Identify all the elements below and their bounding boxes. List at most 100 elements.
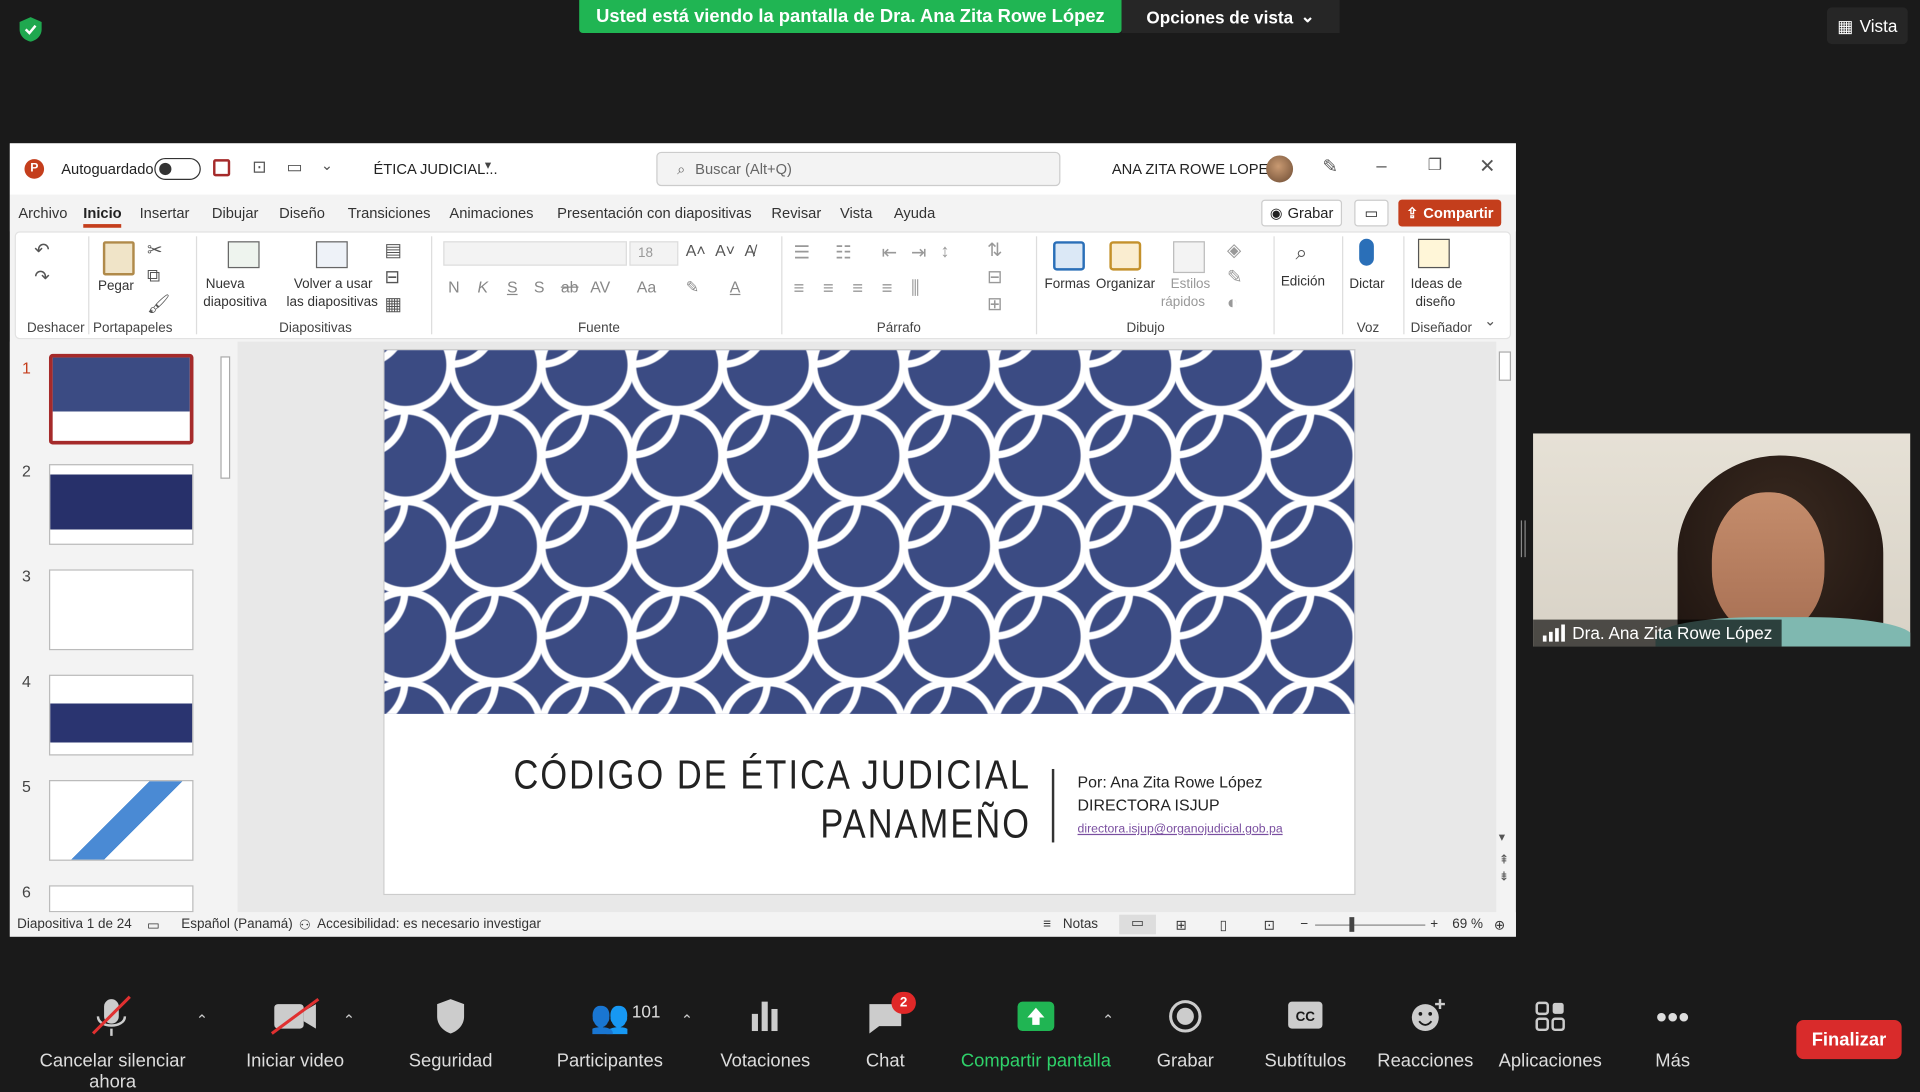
- menu-animaciones[interactable]: Animaciones: [449, 204, 533, 221]
- editing-label[interactable]: Edición: [1281, 273, 1325, 291]
- reuse-label-2[interactable]: las diapositivas: [287, 294, 378, 312]
- restore-icon[interactable]: ❐: [1428, 156, 1442, 176]
- line-spacing-icon[interactable]: ↕: [940, 241, 949, 262]
- spacing-icon[interactable]: AV: [590, 278, 610, 296]
- columns-icon[interactable]: ⫼: [911, 278, 919, 299]
- shrink-font-icon[interactable]: A˅: [715, 241, 735, 259]
- menu-archivo[interactable]: Archivo: [18, 204, 67, 221]
- redo-icon[interactable]: ↷: [34, 266, 49, 288]
- record-button[interactable]: ◉ Grabar: [1261, 199, 1343, 227]
- text-direction-icon[interactable]: ⇅: [987, 239, 1002, 261]
- autosave-toggle[interactable]: [154, 157, 201, 181]
- pen-icon[interactable]: ✎: [1322, 156, 1337, 178]
- align-left-icon[interactable]: ≡: [793, 278, 804, 299]
- editor-scrollbar[interactable]: ▾ ⇞ ⇟: [1496, 341, 1514, 913]
- scrollbar-thumb[interactable]: [1498, 351, 1512, 381]
- minimize-icon[interactable]: –: [1376, 156, 1386, 177]
- user-avatar[interactable]: [1266, 155, 1294, 183]
- participants-caret[interactable]: ⌃: [681, 1011, 693, 1028]
- format-painter-icon[interactable]: 🖌: [147, 293, 170, 315]
- smartart-icon[interactable]: ⊞: [987, 293, 1002, 315]
- outline-icon[interactable]: ✎: [1227, 266, 1242, 288]
- prev-slide-icon[interactable]: ⇞: [1499, 853, 1509, 866]
- slide-thumbnail-6[interactable]: [48, 885, 194, 913]
- zoom-percent[interactable]: 69 %: [1452, 917, 1483, 932]
- slide-thumbnail-3[interactable]: [48, 569, 194, 651]
- present-icon[interactable]: ⊡: [252, 157, 266, 178]
- designer-label-2[interactable]: diseño: [1416, 294, 1456, 312]
- bullets-icon[interactable]: ☰: [793, 241, 809, 263]
- menu-presentacion[interactable]: Presentación con diapositivas: [557, 204, 751, 221]
- highlight-icon[interactable]: ✎: [686, 278, 699, 298]
- undo-icon[interactable]: ↶: [34, 239, 49, 261]
- quick-styles-label-1[interactable]: Estilos: [1171, 276, 1211, 294]
- share-options-caret[interactable]: ⌃: [1102, 1011, 1114, 1028]
- unmute-button[interactable]: Cancelar silenciar ahora: [15, 992, 211, 1092]
- accessibility-icon[interactable]: ⚇: [299, 917, 311, 933]
- fill-icon[interactable]: ◈: [1227, 239, 1241, 261]
- apps-button[interactable]: Aplicaciones: [1491, 992, 1609, 1071]
- notes-button[interactable]: Notas: [1063, 917, 1098, 932]
- security-shield-icon[interactable]: [17, 16, 44, 43]
- dictate-label[interactable]: Dictar: [1349, 276, 1384, 294]
- paste-icon[interactable]: [102, 241, 135, 276]
- numbering-icon[interactable]: ☷: [835, 241, 851, 263]
- new-doc-icon[interactable]: ▭: [287, 157, 303, 178]
- slide-author[interactable]: Por: Ana Zita Rowe López: [1078, 773, 1263, 791]
- shapes-label[interactable]: Formas: [1044, 276, 1090, 294]
- justify-icon[interactable]: ≡: [882, 278, 893, 299]
- record-zoom-button[interactable]: Grabar: [1149, 992, 1222, 1071]
- section-icon[interactable]: ▦: [384, 293, 401, 315]
- close-icon[interactable]: ✕: [1479, 154, 1495, 178]
- slide-thumbnail-4[interactable]: [48, 674, 194, 756]
- font-size-box[interactable]: 18: [629, 241, 679, 266]
- designer-label-1[interactable]: Ideas de: [1411, 276, 1463, 294]
- slide-role[interactable]: DIRECTORA ISJUP: [1078, 796, 1220, 814]
- more-button[interactable]: ••• Más: [1636, 992, 1709, 1071]
- arrange-icon[interactable]: [1109, 241, 1142, 271]
- search-box[interactable]: ⌕ Buscar (Alt+Q): [656, 151, 1061, 187]
- spellcheck-icon[interactable]: ▭: [147, 917, 160, 933]
- ribbon-collapse-icon[interactable]: ⌄: [1484, 312, 1496, 329]
- security-button[interactable]: Seguridad: [402, 992, 500, 1071]
- designer-icon[interactable]: [1417, 238, 1450, 269]
- share-screen-button[interactable]: Compartir pantalla: [955, 992, 1117, 1071]
- slideshow-view-icon[interactable]: ⊡: [1264, 917, 1275, 933]
- menu-transiciones[interactable]: Transiciones: [348, 204, 431, 221]
- normal-view-icon[interactable]: ▭: [1119, 914, 1156, 935]
- customize-qat-icon[interactable]: ⌄: [321, 157, 333, 174]
- menu-revisar[interactable]: Revisar: [771, 204, 821, 221]
- reactions-button[interactable]: Reacciones: [1374, 992, 1477, 1071]
- scroll-down-icon[interactable]: ▾: [1499, 831, 1505, 844]
- strikethrough-icon[interactable]: ab: [561, 278, 579, 296]
- new-slide-icon[interactable]: [227, 241, 260, 269]
- zoom-out-icon[interactable]: −: [1300, 917, 1308, 932]
- menu-insertar[interactable]: Insertar: [140, 204, 190, 221]
- panel-splitter[interactable]: [1520, 520, 1526, 558]
- audio-options-caret[interactable]: ⌃: [196, 1011, 208, 1028]
- comments-button[interactable]: ▭: [1354, 199, 1389, 227]
- current-slide[interactable]: CÓDIGO DE ÉTICA JUDICIAL PANAMEÑO Por: A…: [383, 348, 1356, 896]
- slide-thumbnail-2[interactable]: [48, 464, 194, 545]
- arrange-label[interactable]: Organizar: [1096, 276, 1155, 294]
- cut-icon[interactable]: ✂: [147, 239, 162, 261]
- accessibility-status[interactable]: Accesibilidad: es necesario investigar: [317, 917, 541, 932]
- language-status[interactable]: Español (Panamá): [181, 917, 293, 932]
- share-button[interactable]: ⇪ Compartir: [1398, 199, 1502, 227]
- reading-view-icon[interactable]: ▯: [1220, 917, 1227, 933]
- zoom-slider[interactable]: [1315, 924, 1426, 926]
- start-video-button[interactable]: Iniciar video: [240, 992, 350, 1071]
- decrease-indent-icon[interactable]: ⇤: [882, 241, 897, 263]
- case-icon[interactable]: Aa: [637, 278, 656, 296]
- thumbnails-scrollbar[interactable]: [218, 344, 233, 907]
- effects-icon[interactable]: ◐: [1227, 293, 1238, 314]
- microphone-icon[interactable]: [1359, 238, 1374, 266]
- slide-email-link[interactable]: directora.isjup@organojudicial.gob.pa: [1078, 823, 1283, 836]
- grow-font-icon[interactable]: A˄: [686, 241, 706, 259]
- align-text-icon[interactable]: ⊟: [987, 266, 1002, 288]
- end-meeting-button[interactable]: Finalizar: [1796, 1020, 1902, 1060]
- bold-icon[interactable]: N: [448, 278, 459, 296]
- slide-thumbnail-1[interactable]: [48, 353, 194, 445]
- menu-inicio[interactable]: Inicio: [83, 204, 122, 228]
- view-options-button[interactable]: Opciones de vista ⌄: [1121, 0, 1340, 34]
